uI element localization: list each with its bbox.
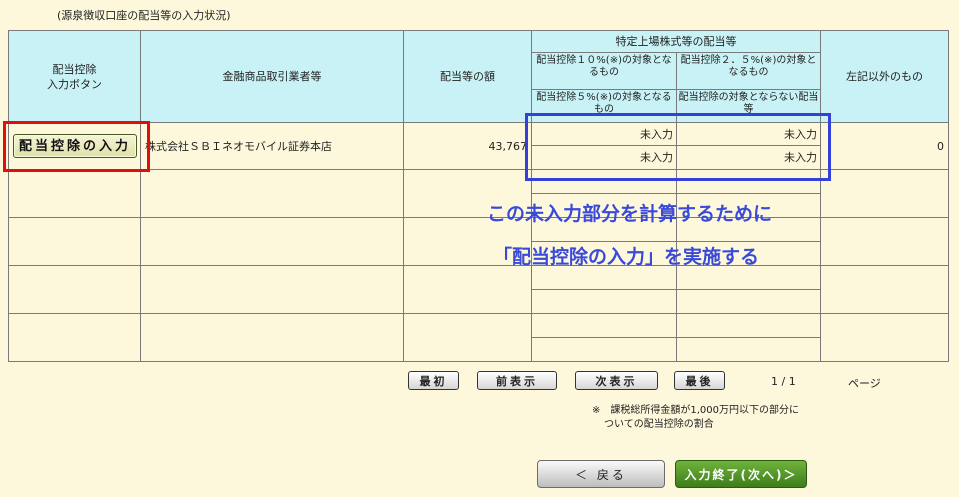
header-deduction-2-5: 配当控除２．５%(※)の対象となるもの — [676, 52, 821, 90]
first-page-button[interactable]: 最初 — [408, 371, 459, 390]
header-listed-stock-group: 特定上場株式等の配当等 — [531, 30, 821, 53]
dividend-amount: 43,767 — [403, 122, 532, 170]
next-page-button[interactable]: 次表示 — [575, 371, 658, 390]
header-broker: 金融商品取引業者等 — [140, 30, 404, 123]
previous-page-button[interactable]: 前表示 — [477, 371, 557, 390]
page-indicator: 1 / 1 — [771, 375, 796, 388]
annotation-line-2: 「配当控除の入力」を実施する — [493, 246, 760, 268]
finish-input-next-button[interactable]: 入力終了(次へ)＞ — [675, 460, 807, 488]
section-caption: (源泉徴収口座の配当等の入力状況) — [57, 9, 231, 22]
back-button[interactable]: ＜ 戻る — [537, 460, 665, 488]
annotation-line-1: この未入力部分を計算するために — [487, 203, 773, 225]
table-row — [8, 217, 949, 266]
footnote: ※ 課税総所得金額が1,000万円以下の部分に ついての配当控除の割合 — [592, 404, 799, 432]
table-row — [8, 265, 949, 314]
footnote-line-1: ※ 課税総所得金額が1,000万円以下の部分に — [592, 405, 800, 416]
highlight-blue-box — [525, 113, 831, 181]
footnote-line-2: ついての配当控除の割合 — [604, 419, 714, 430]
last-page-button[interactable]: 最後 — [674, 371, 725, 390]
header-other: 左記以外のもの — [820, 30, 949, 123]
table-row — [8, 313, 949, 362]
highlight-red-box — [3, 121, 150, 172]
broker-name: 株式会社ＳＢＩネオモバイル証券本店 — [140, 122, 404, 170]
dividend-status-table: 配当控除 入力ボタン 金融商品取引業者等 配当等の額 特定上場株式等の配当等 左… — [8, 30, 949, 362]
header-amount: 配当等の額 — [403, 30, 532, 123]
header-dividend-button: 配当控除 入力ボタン — [8, 30, 141, 123]
header-deduction-10: 配当控除１０%(※)の対象となるもの — [531, 52, 677, 90]
other-amount: 0 — [820, 122, 949, 170]
page-label: ページ — [848, 377, 881, 390]
